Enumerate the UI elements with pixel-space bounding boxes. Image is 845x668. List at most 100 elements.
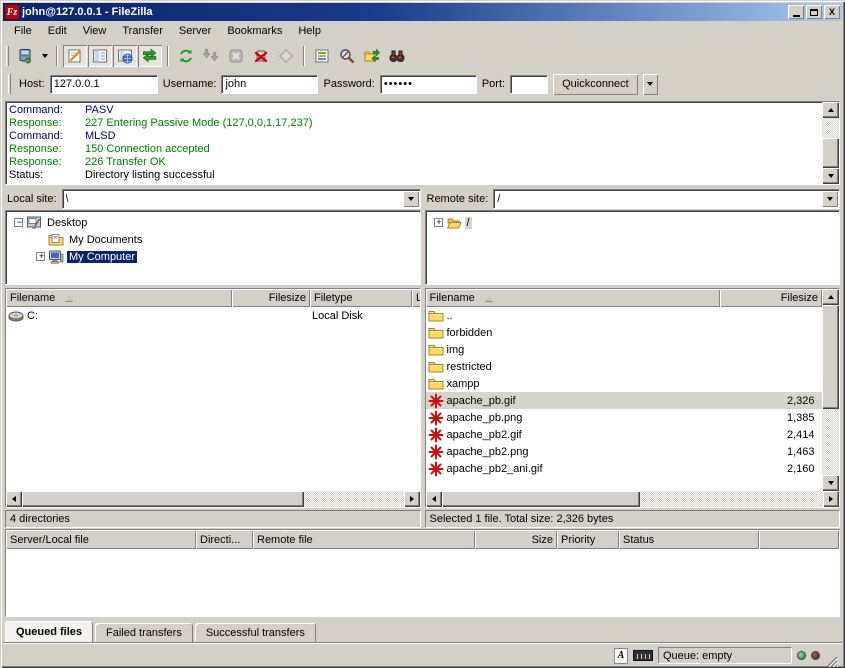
expand-icon[interactable]	[36, 252, 45, 261]
filter-button[interactable]	[310, 45, 334, 67]
find-files-button[interactable]	[385, 45, 409, 67]
scroll-up-button[interactable]	[822, 289, 839, 305]
menu-server[interactable]: Server	[171, 22, 219, 41]
scroll-down-button[interactable]	[822, 168, 839, 184]
menu-bookmarks[interactable]: Bookmarks	[219, 22, 290, 41]
queue-list[interactable]	[6, 549, 839, 616]
quickconnect-button[interactable]: Quickconnect	[553, 74, 638, 95]
tree-item-my-computer[interactable]: My Computer	[6, 248, 420, 265]
menu-transfer[interactable]: Transfer	[114, 22, 171, 41]
tree-item-root[interactable]: /	[426, 214, 840, 231]
titlebar[interactable]: Fz john@127.0.0.1 - FileZilla X	[3, 3, 842, 21]
toggle-queue-button[interactable]	[138, 45, 162, 67]
minimize-button[interactable]	[788, 5, 804, 19]
password-input[interactable]	[380, 75, 477, 94]
ascii-datatype-icon: A	[614, 648, 628, 664]
file-row[interactable]: apache_pb.png1,385	[426, 409, 823, 426]
file-row[interactable]: apache_pb2.png1,463	[426, 443, 823, 460]
tab-failed-transfers[interactable]: Failed transfers	[95, 623, 193, 642]
file-row[interactable]: forbidden	[426, 324, 823, 341]
synchronized-browsing-button[interactable]	[360, 45, 384, 67]
abort-button[interactable]	[274, 45, 298, 67]
menu-file[interactable]: File	[6, 22, 40, 41]
local-site-input[interactable]	[63, 193, 403, 205]
column-filename[interactable]: Filename	[6, 289, 232, 307]
local-site-dropdown-button[interactable]	[403, 191, 419, 207]
menu-help[interactable]: Help	[290, 22, 329, 41]
column-size[interactable]: Size	[475, 530, 557, 549]
file-row-c-drive[interactable]: C: Local Disk	[6, 307, 420, 324]
remote-site-input[interactable]	[494, 193, 822, 205]
column-remote-file[interactable]: Remote file	[253, 530, 475, 549]
file-row[interactable]: apache_pb2_ani.gif2,160	[426, 460, 823, 477]
file-row[interactable]: apache_pb2.gif2,414	[426, 426, 823, 443]
port-input[interactable]	[510, 75, 548, 94]
username-input[interactable]	[221, 75, 318, 94]
local-status-bar: 4 directories	[5, 510, 421, 528]
remote-site-combo[interactable]	[493, 189, 840, 209]
site-manager-button[interactable]	[13, 45, 37, 67]
toggle-local-tree-button[interactable]	[88, 45, 112, 67]
toolbar-grip[interactable]	[6, 46, 9, 66]
menu-edit[interactable]: Edit	[40, 22, 75, 41]
quickbar-grip[interactable]	[8, 74, 11, 94]
scrollbar-thumb[interactable]	[822, 138, 839, 168]
disconnect-button[interactable]	[249, 45, 273, 67]
host-input[interactable]	[50, 75, 158, 94]
scrollbar-thumb[interactable]	[822, 305, 839, 409]
column-last-modified[interactable]: L	[412, 289, 420, 307]
tab-queued-files[interactable]: Queued files	[5, 621, 93, 642]
toggle-log-button[interactable]	[63, 45, 87, 67]
quickconnect-dropdown-button[interactable]	[643, 74, 658, 95]
column-direction[interactable]: Directi...	[196, 530, 253, 549]
menu-view[interactable]: View	[75, 22, 115, 41]
message-log-body: Command:PASV Response:227 Entering Passi…	[6, 102, 822, 184]
remote-tree-pane: Remote site: /	[425, 188, 841, 285]
directory-comparison-button[interactable]	[335, 45, 359, 67]
file-row-selected[interactable]: apache_pb.gif2,326	[426, 392, 823, 409]
local-h-scrollbar[interactable]	[6, 491, 420, 507]
column-filesize[interactable]: Filesize	[232, 289, 310, 307]
remote-site-dropdown-button[interactable]	[822, 191, 838, 207]
column-priority[interactable]: Priority	[557, 530, 619, 549]
resize-grip[interactable]	[825, 654, 838, 667]
expand-icon[interactable]	[434, 218, 443, 227]
column-filename[interactable]: Filename	[426, 289, 720, 307]
file-row[interactable]: xampp	[426, 375, 823, 392]
refresh-button[interactable]	[174, 45, 198, 67]
sort-ascending-icon	[485, 295, 493, 301]
log-scrollbar[interactable]	[822, 102, 839, 184]
scroll-up-button[interactable]	[822, 102, 839, 118]
site-manager-dropdown-button[interactable]	[38, 45, 51, 67]
scrollbar-thumb[interactable]	[22, 491, 304, 507]
column-filesize[interactable]: Filesize	[720, 289, 823, 307]
column-status[interactable]: Status	[619, 530, 759, 549]
column-server-local-file[interactable]: Server/Local file	[6, 530, 196, 549]
file-row[interactable]: img	[426, 341, 823, 358]
tree-item-desktop[interactable]: Desktop	[6, 214, 420, 231]
scrollbar-thumb[interactable]	[442, 491, 640, 507]
scroll-right-button[interactable]	[404, 491, 420, 507]
remote-h-scrollbar[interactable]	[426, 491, 840, 507]
local-site-combo[interactable]	[62, 189, 421, 209]
app-icon[interactable]: Fz	[5, 5, 19, 19]
scroll-left-button[interactable]	[426, 491, 442, 507]
collapse-icon[interactable]	[14, 218, 23, 227]
menu-bar: File Edit View Transfer Server Bookmarks…	[3, 21, 842, 42]
scroll-right-button[interactable]	[823, 491, 839, 507]
file-row[interactable]: restricted	[426, 358, 823, 375]
cancel-button[interactable]	[224, 45, 248, 67]
tree-item-my-documents[interactable]: My Documents	[6, 231, 420, 248]
toggle-remote-tree-button[interactable]	[113, 45, 137, 67]
maximize-button[interactable]	[806, 5, 822, 19]
column-filetype[interactable]: Filetype	[310, 289, 412, 307]
image-file-icon	[428, 410, 444, 426]
tab-successful-transfers[interactable]: Successful transfers	[195, 623, 316, 642]
scroll-down-button[interactable]	[822, 475, 839, 491]
process-queue-button[interactable]	[199, 45, 223, 67]
remote-v-scrollbar[interactable]	[822, 289, 839, 491]
toolbar-separator	[303, 46, 305, 66]
file-row[interactable]: ..	[426, 307, 823, 324]
close-button[interactable]: X	[824, 5, 840, 19]
scroll-left-button[interactable]	[6, 491, 22, 507]
